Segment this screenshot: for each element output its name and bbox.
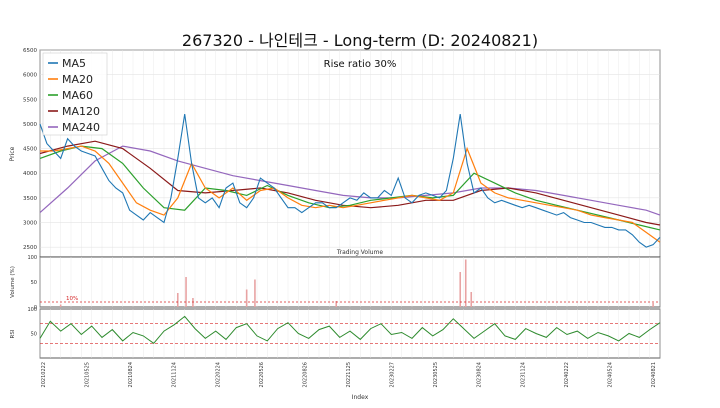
volume-title: Trading Volume xyxy=(336,249,384,256)
price-ytick-label: 3000 xyxy=(23,221,37,227)
price-grid xyxy=(39,49,661,257)
volume-grid xyxy=(39,257,661,307)
chart-title: 267320 - 나인테크 - Long-term (D: 20240821) xyxy=(182,31,538,50)
volume-ytick-label: 50 xyxy=(31,280,37,286)
x-tick-label: 20220224 xyxy=(215,362,221,387)
rsi-yticks: 50 100 xyxy=(27,307,37,338)
price-ytick-label: 5500 xyxy=(23,97,37,103)
x-tick-label: 20221125 xyxy=(346,362,352,387)
volume-bar xyxy=(254,279,256,307)
volume-bar xyxy=(176,293,179,307)
volume-bar xyxy=(652,303,654,307)
legend-label-ma20: MA20 xyxy=(62,73,93,86)
legend: MA5 MA20 MA60 MA120 MA240 xyxy=(42,52,108,136)
price-ytick-label: 4500 xyxy=(23,147,37,153)
price-ytick-label: 2500 xyxy=(23,245,37,251)
x-axis-label: Index xyxy=(352,394,369,401)
x-tick-label: 20231124 xyxy=(520,362,526,387)
rsi-ytick-label: 100 xyxy=(27,307,37,313)
price-ylabel: Price xyxy=(9,146,16,161)
volume-yticks: 050100 xyxy=(27,255,37,311)
price-ytick-label: 3500 xyxy=(23,196,37,202)
x-tick-label: 20211124 xyxy=(172,362,178,387)
x-tick-label: 20210824 xyxy=(128,362,134,387)
rsi-grid xyxy=(39,309,661,358)
volume-bar xyxy=(470,292,473,307)
price-ytick-label: 6500 xyxy=(23,48,37,54)
x-tick-label: 20230227 xyxy=(390,362,396,387)
x-tick-label: 20220826 xyxy=(302,362,308,387)
volume-ylabel: Volume (%) xyxy=(10,266,16,298)
x-tick-label: 20210525 xyxy=(85,362,91,387)
price-ytick-label: 4000 xyxy=(23,171,37,177)
rsi-ylabel: RSI xyxy=(10,329,16,338)
x-tick-label: 20240524 xyxy=(607,362,613,387)
x-tick-label: 20230525 xyxy=(433,362,439,387)
x-tick-label: 20220526 xyxy=(259,362,265,387)
price-yticks: 2500 3000 3500 4000 4500 5000 5500 6000 6500 xyxy=(23,48,37,251)
rsi-ytick-label: 50 xyxy=(31,332,37,338)
rsi-panel: 50 100 RSI xyxy=(10,307,661,359)
chart-figure: 267320 - 나인테크 - Long-term (D: 20240821) … xyxy=(0,0,720,404)
volume-panel: 050100 Trading Volume 10% Volume (%) xyxy=(10,249,661,311)
price-panel: 2500 3000 3500 4000 4500 5000 5500 6000 6500 Pri… xyxy=(9,48,661,258)
x-tick-label: 20210222 xyxy=(41,362,47,387)
volume-bar xyxy=(185,277,187,307)
x-tick-label: 20230824 xyxy=(477,362,483,387)
price-ytick-label: 6000 xyxy=(23,73,37,79)
legend-label-ma120: MA120 xyxy=(62,105,100,118)
legend-label-ma60: MA60 xyxy=(62,89,93,102)
volume-threshold-label: 10% xyxy=(66,296,78,302)
x-tick-label: 20240821 xyxy=(651,362,657,387)
volume-bar xyxy=(59,304,62,307)
volume-bar xyxy=(192,298,194,307)
x-tick-labels: 20210222 20210525 20210824 20211124 20220224… xyxy=(41,362,657,387)
volume-bar xyxy=(464,259,467,307)
legend-label-ma240: MA240 xyxy=(62,121,100,134)
price-ytick-label: 5000 xyxy=(23,122,37,128)
rise-ratio-annotation: Rise ratio 30% xyxy=(324,59,397,70)
volume-ytick-label: 100 xyxy=(27,255,37,261)
legend-label-ma5: MA5 xyxy=(62,57,86,70)
chart-svg: 267320 - 나인테크 - Long-term (D: 20240821) … xyxy=(9,31,661,401)
volume-bar xyxy=(245,289,248,307)
x-tick-label: 20240222 xyxy=(564,362,570,387)
